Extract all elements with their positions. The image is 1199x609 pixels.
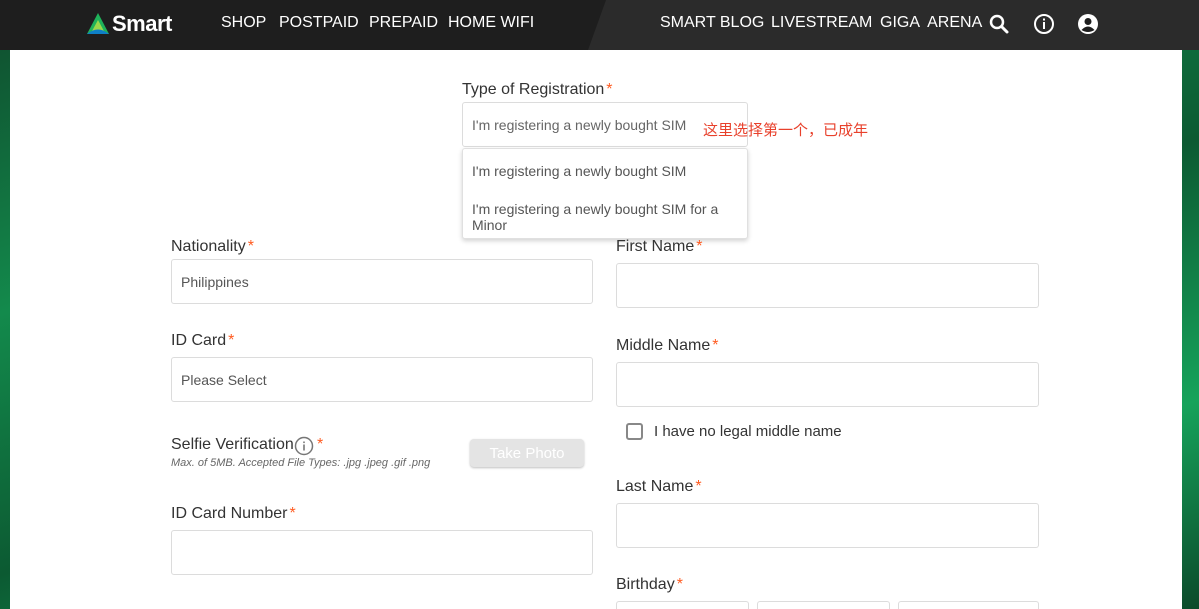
first-name-label: First Name *: [616, 238, 702, 256]
smart-logo[interactable]: Smart: [86, 10, 172, 38]
required-mark: *: [228, 332, 235, 349]
top-nav-bar: Smart SHOP POSTPAID PREPAID HOME WIFI SM…: [0, 0, 1199, 50]
nav-shop[interactable]: SHOP: [221, 14, 266, 32]
id-card-select[interactable]: Please Select: [171, 357, 593, 402]
id-card-label: ID Card *: [171, 332, 234, 350]
registration-type-dropdown: I'm registering a newly bought SIM I'm r…: [462, 148, 748, 239]
dropdown-option-newly-bought-sim-minor[interactable]: I'm registering a newly bought SIM for a…: [463, 201, 747, 233]
no-middle-name-label: I have no legal middle name: [654, 423, 842, 440]
required-mark: *: [696, 238, 703, 255]
last-name-label: Last Name *: [616, 478, 702, 496]
selfie-verification-label-text: Selfie Verification: [171, 436, 294, 453]
nav-postpaid[interactable]: POSTPAID: [279, 14, 359, 32]
nationality-label-text: Nationality: [171, 238, 246, 255]
nav-giga-arena[interactable]: GIGA ARENA: [880, 14, 982, 32]
registration-type-label: Type of Registration *: [462, 81, 613, 99]
birthday-year-select[interactable]: [898, 601, 1039, 609]
middle-name-label: Middle Name *: [616, 337, 719, 355]
required-mark: *: [676, 576, 683, 593]
brand-name: Smart: [112, 11, 172, 36]
last-name-label-text: Last Name: [616, 478, 694, 495]
required-mark: *: [247, 238, 254, 255]
no-middle-name-checkbox[interactable]: [626, 423, 643, 440]
required-mark: *: [317, 436, 324, 453]
birthday-day-select[interactable]: [757, 601, 890, 609]
id-card-number-label-text: ID Card Number: [171, 505, 288, 522]
nationality-label: Nationality *: [171, 238, 254, 256]
id-card-label-text: ID Card: [171, 332, 227, 349]
dropdown-option-newly-bought-sim[interactable]: I'm registering a newly bought SIM: [463, 163, 747, 179]
middle-name-input[interactable]: [616, 362, 1039, 407]
account-icon[interactable]: [1076, 12, 1100, 36]
required-mark: *: [712, 337, 719, 354]
nav-smart-blog[interactable]: SMART BLOG: [660, 14, 764, 32]
search-icon[interactable]: [987, 12, 1011, 36]
required-mark: *: [695, 478, 702, 495]
smart-logo-icon: [87, 13, 109, 34]
required-mark: *: [289, 505, 296, 522]
nav-home-wifi[interactable]: HOME WIFI: [448, 14, 534, 32]
selfie-info-icon[interactable]: [294, 436, 314, 456]
birthday-label: Birthday *: [616, 576, 683, 594]
info-icon[interactable]: [1032, 12, 1056, 36]
selfie-verification-label: Selfie Verification: [171, 436, 294, 454]
nav-livestream[interactable]: LIVESTREAM: [771, 14, 872, 32]
annotation-note: 这里选择第一个，已成年: [703, 121, 869, 139]
last-name-input[interactable]: [616, 503, 1039, 548]
registration-form-panel: Type of Registration * I'm registering a …: [10, 50, 1182, 609]
take-photo-button[interactable]: Take Photo: [470, 439, 584, 467]
nationality-select[interactable]: Philippines: [171, 259, 593, 304]
middle-name-label-text: Middle Name: [616, 337, 711, 354]
first-name-label-text: First Name: [616, 238, 695, 255]
required-mark: *: [606, 81, 613, 98]
birthday-label-text: Birthday: [616, 576, 675, 593]
first-name-input[interactable]: [616, 263, 1039, 308]
nav-prepaid[interactable]: PREPAID: [369, 14, 438, 32]
registration-type-label-text: Type of Registration: [462, 81, 605, 98]
id-card-number-input[interactable]: [171, 530, 593, 575]
selfie-file-hint: Max. of 5MB. Accepted File Types: .jpg .…: [171, 457, 431, 469]
birthday-month-select[interactable]: [616, 601, 749, 609]
id-card-number-label: ID Card Number *: [171, 505, 296, 523]
